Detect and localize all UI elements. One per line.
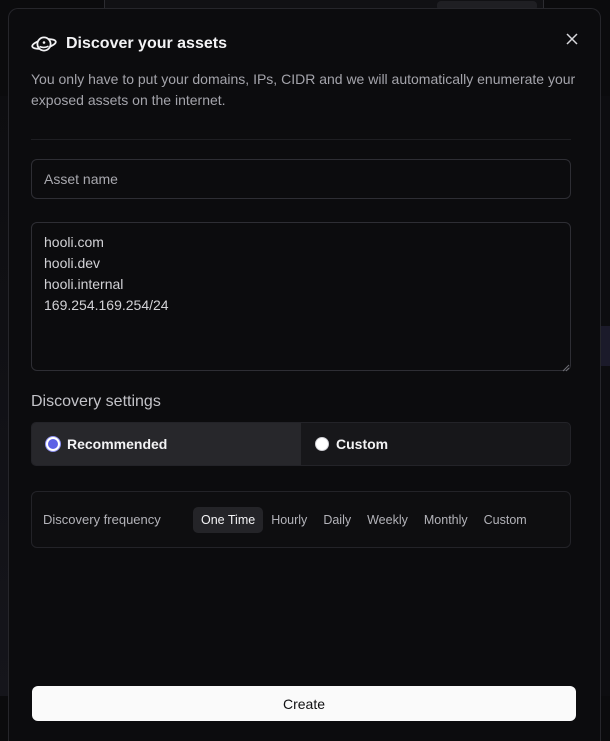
background-right-panel <box>601 96 610 696</box>
discovery-frequency-panel: Discovery frequency One Time Hourly Dail… <box>31 491 571 548</box>
divider <box>31 139 571 140</box>
custom-label: Custom <box>336 436 389 452</box>
radio-unchecked-icon[interactable] <box>315 437 329 451</box>
targets-textarea[interactable]: hooli.com hooli.dev hooli.internal 169.2… <box>31 222 571 371</box>
planet-icon <box>31 31 57 57</box>
discover-assets-modal: Discover your assets You only have to pu… <box>8 8 601 741</box>
frequency-weekly[interactable]: Weekly <box>359 507 416 533</box>
modal-description: You only have to put your domains, IPs, … <box>31 71 576 108</box>
resize-handle-icon[interactable] <box>560 359 570 372</box>
frequency-custom[interactable]: Custom <box>476 507 535 533</box>
frequency-daily[interactable]: Daily <box>315 507 359 533</box>
radio-checked-icon[interactable] <box>46 437 60 451</box>
background-left-panel <box>0 96 8 696</box>
custom-option[interactable]: Custom <box>301 423 570 465</box>
create-button[interactable]: Create <box>32 686 576 721</box>
modal-title: Discover your assets <box>66 35 227 52</box>
recommended-option[interactable]: Recommended <box>32 423 301 465</box>
frequency-monthly[interactable]: Monthly <box>416 507 476 533</box>
frequency-one-time[interactable]: One Time <box>193 506 264 533</box>
recommended-label: Recommended <box>67 436 168 452</box>
discovery-mode-selector: Recommended Custom <box>31 422 571 466</box>
discovery-frequency-label: Discovery frequency <box>43 512 161 527</box>
asset-name-input[interactable] <box>31 159 571 199</box>
discovery-settings-title: Discovery settings <box>31 393 161 410</box>
frequency-options: One Time Hourly Daily Weekly Monthly Cus… <box>193 506 535 533</box>
frequency-hourly[interactable]: Hourly <box>263 507 315 533</box>
modal-header: Discover your assets <box>31 31 227 57</box>
close-icon[interactable] <box>564 31 580 47</box>
